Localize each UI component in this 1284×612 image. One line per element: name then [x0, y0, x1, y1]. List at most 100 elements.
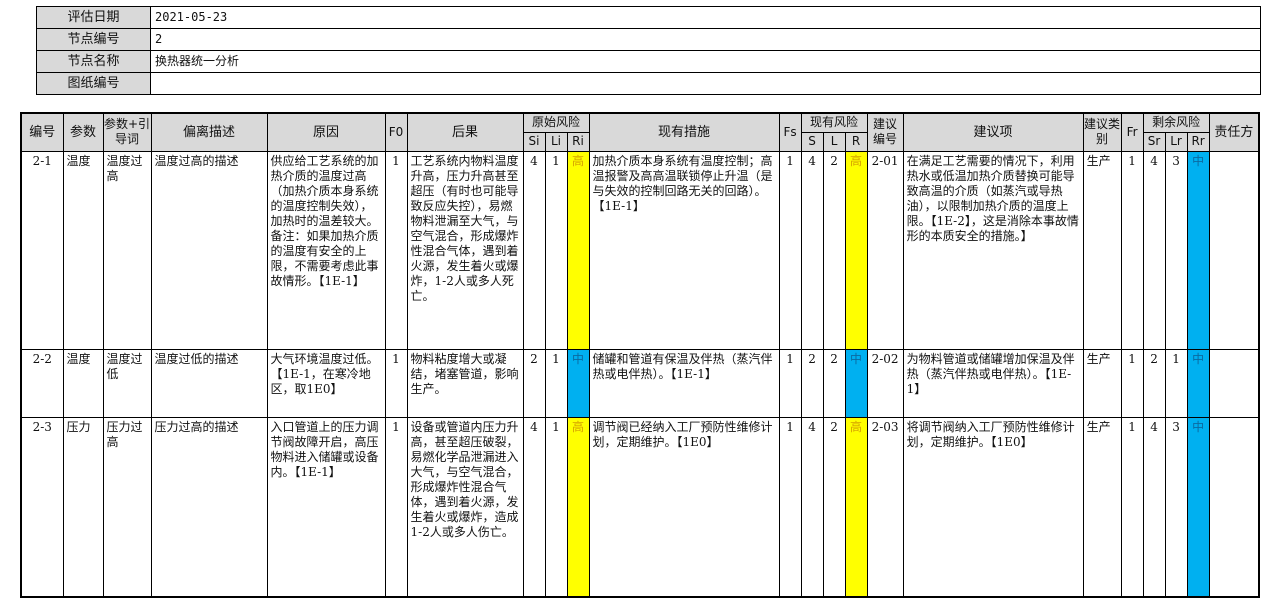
table-row[interactable]: 2-2 温度 温度过低 温度过低的描述 大气环境温度过低。【1E-1，在寒冷地区… [20, 348, 1260, 418]
row-rr-badge: 中 [1186, 416, 1210, 598]
row-cause: 大气环境温度过低。【1E-1，在寒冷地区，取1E0】 [266, 348, 386, 418]
node-name-value[interactable]: 换热器统一分析 [150, 50, 1261, 73]
row-cause: 供应给工艺系统的加热介质的温度过高（加热介质本身系统的温度控制失效），加热时的温… [266, 150, 386, 350]
header-sr: Sr [1142, 131, 1166, 152]
row-guideword: 温度过高 [102, 150, 152, 350]
row-owner[interactable] [1208, 416, 1260, 598]
row-owner[interactable] [1208, 150, 1260, 350]
row-fr: 1 [1120, 416, 1144, 598]
row-li: 1 [544, 150, 568, 350]
table-row[interactable]: 2-1 温度 温度过高 温度过高的描述 供应给工艺系统的加热介质的温度过高（加热… [20, 150, 1260, 350]
header-l: L [822, 131, 846, 152]
row-guideword: 压力过高 [102, 416, 152, 598]
header-param: 参数 [62, 112, 104, 152]
row-rec-no: 2-03 [866, 416, 904, 598]
header-s: S [800, 131, 824, 152]
row-param: 温度 [62, 150, 104, 350]
header-r: R [844, 131, 868, 152]
row-consequence: 设备或管道内压力升高，甚至超压破裂，易燃化学品泄漏进入大气，与空气混合，形成爆炸… [406, 416, 524, 598]
row-s: 4 [800, 150, 824, 350]
row-param: 压力 [62, 416, 104, 598]
row-r-badge: 高 [844, 416, 868, 598]
row-deviation: 温度过低的描述 [150, 348, 268, 418]
row-l: 2 [822, 150, 846, 350]
node-name-label: 节点名称 [36, 50, 151, 73]
row-ri-badge: 中 [566, 348, 590, 418]
node-info-table: 评估日期 2021-05-23 节点编号 2 节点名称 换热器统一分析 图纸编号 [36, 6, 1261, 95]
row-consequence: 工艺系统内物料温度升高，压力升高甚至超压（有时也可能导致反应失控），易燃物料泄漏… [406, 150, 524, 350]
row-si: 4 [522, 416, 546, 598]
header-consequence: 后果 [406, 112, 524, 152]
row-f0: 1 [384, 348, 408, 418]
header-fr: Fr [1120, 112, 1144, 152]
row-sr: 2 [1142, 348, 1166, 418]
row-cause: 入口管道上的压力调节阀故障开启，高压物料进入储罐或设备内。【1E-1】 [266, 416, 386, 598]
header-rec: 建议项 [902, 112, 1084, 152]
header-rec-type: 建议类别 [1082, 112, 1122, 152]
header-measures: 现有措施 [588, 112, 780, 152]
row-s: 4 [800, 416, 824, 598]
header-curr-risk: 现有风险 [800, 112, 868, 133]
row-l: 2 [822, 348, 846, 418]
header-rr: Rr [1186, 131, 1210, 152]
header-li: Li [544, 131, 568, 152]
row-r-badge: 高 [844, 150, 868, 350]
row-no: 2-2 [20, 348, 64, 418]
row-rec: 为物料管道或储罐增加保温及伴热（蒸汽伴热或电伴热）。【1E-1】 [902, 348, 1084, 418]
row-rec: 在满足工艺需要的情况下，利用热水或低温加热介质替换可能导致高温的介质（如蒸汽或导… [902, 150, 1084, 350]
row-consequence: 物料粘度增大或凝结，堵塞管道，影响生产。 [406, 348, 524, 418]
date-value[interactable]: 2021-05-23 [150, 6, 1261, 29]
row-fs: 1 [778, 416, 802, 598]
node-name-row: 节点名称 换热器统一分析 [36, 50, 1261, 73]
row-li: 1 [544, 416, 568, 598]
row-measures: 调节阀已经纳入工厂预防性维修计划，定期维护。【1E0】 [588, 416, 780, 598]
header-res-risk: 剩余风险 [1142, 112, 1210, 133]
row-lr: 3 [1164, 150, 1188, 350]
row-rec-type: 生产 [1082, 348, 1122, 418]
node-no-row: 节点编号 2 [36, 28, 1261, 51]
row-no: 2-3 [20, 416, 64, 598]
row-r-badge: 中 [844, 348, 868, 418]
row-ri-badge: 高 [566, 416, 590, 598]
row-li: 1 [544, 348, 568, 418]
row-measures: 加热介质本身系统有温度控制；高温报警及高高温联锁停止升温（是与失效的控制回路无关… [588, 150, 780, 350]
row-f0: 1 [384, 416, 408, 598]
header-row-1: 编号 参数 参数+引导词 偏离描述 原因 F0 后果 原始风险 现有措施 Fs … [20, 112, 1260, 152]
row-l: 2 [822, 416, 846, 598]
row-s: 2 [800, 348, 824, 418]
row-ri-badge: 高 [566, 150, 590, 350]
drawing-no-row: 图纸编号 [36, 72, 1261, 95]
header-deviation: 偏离描述 [150, 112, 268, 152]
header-no: 编号 [20, 112, 64, 152]
drawing-no-value[interactable] [150, 72, 1261, 95]
row-rec-no: 2-02 [866, 348, 904, 418]
header-guideword: 参数+引导词 [102, 112, 152, 152]
node-no-value[interactable]: 2 [150, 28, 1261, 51]
header-orig-risk: 原始风险 [522, 112, 590, 133]
row-rec: 将调节阀纳入工厂预防性维修计划，定期维护。【1E0】 [902, 416, 1084, 598]
row-owner[interactable] [1208, 348, 1260, 418]
row-rec-type: 生产 [1082, 416, 1122, 598]
row-sr: 4 [1142, 416, 1166, 598]
row-sr: 4 [1142, 150, 1166, 350]
row-rec-type: 生产 [1082, 150, 1122, 350]
header-cause: 原因 [266, 112, 386, 152]
header-si: Si [522, 131, 546, 152]
date-row: 评估日期 2021-05-23 [36, 6, 1261, 29]
row-fr: 1 [1120, 150, 1144, 350]
row-lr: 1 [1164, 348, 1188, 418]
header-lr: Lr [1164, 131, 1188, 152]
header-owner: 责任方 [1208, 112, 1260, 152]
row-si: 4 [522, 150, 546, 350]
node-no-label: 节点编号 [36, 28, 151, 51]
table-row[interactable]: 2-3 压力 压力过高 压力过高的描述 入口管道上的压力调节阀故障开启，高压物料… [20, 416, 1260, 598]
row-lr: 3 [1164, 416, 1188, 598]
row-deviation: 温度过高的描述 [150, 150, 268, 350]
row-measures: 储罐和管道有保温及伴热（蒸汽伴热或电伴热）。【1E-1】 [588, 348, 780, 418]
row-fs: 1 [778, 348, 802, 418]
row-rr-badge: 中 [1186, 348, 1210, 418]
drawing-no-label: 图纸编号 [36, 72, 151, 95]
row-deviation: 压力过高的描述 [150, 416, 268, 598]
row-guideword: 温度过低 [102, 348, 152, 418]
row-f0: 1 [384, 150, 408, 350]
